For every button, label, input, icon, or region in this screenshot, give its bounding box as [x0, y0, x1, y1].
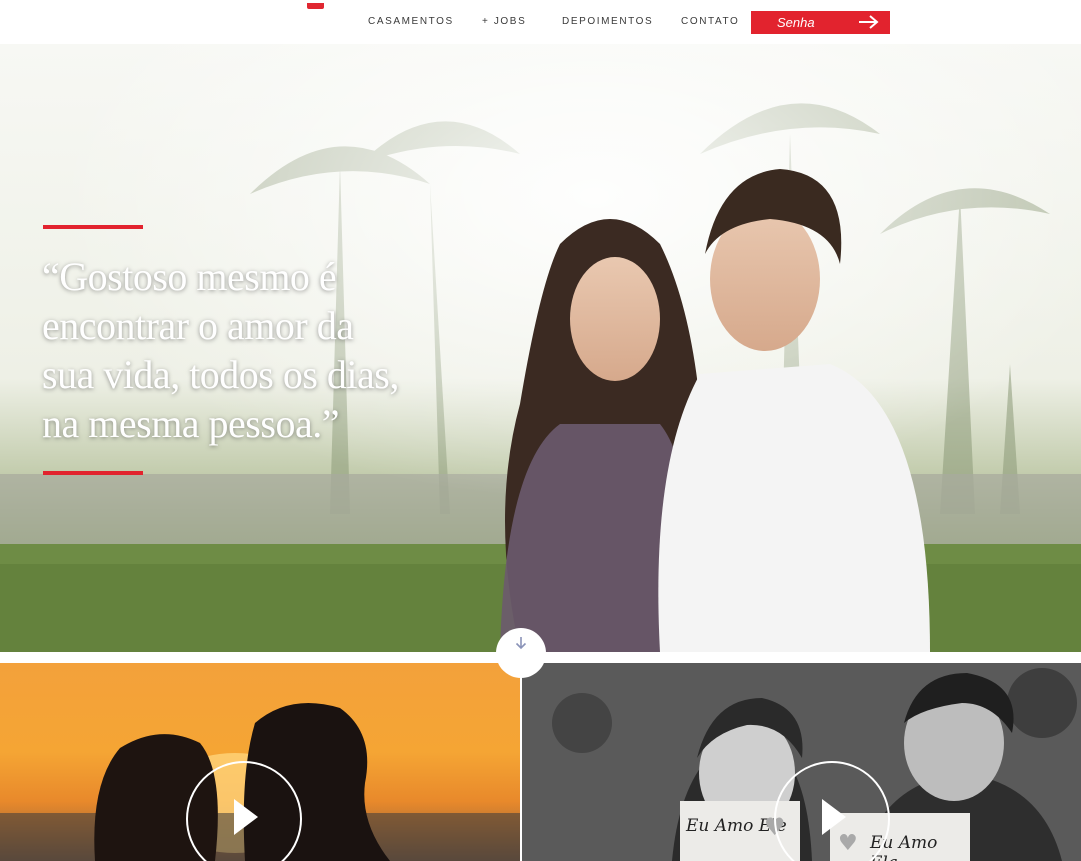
- hero-quote: “Gostoso mesmo é encontrar o amor da sua…: [42, 252, 462, 448]
- quote-top-bar: [43, 225, 143, 229]
- video-tile-couple[interactable]: Eu Amo Ele ♥ ♥ Eu Amo Ela: [522, 663, 1081, 861]
- play-icon: [234, 799, 258, 835]
- hero-banner: “Gostoso mesmo é encontrar o amor da sua…: [0, 44, 1081, 652]
- nav-contato[interactable]: CONTATO: [681, 16, 739, 30]
- login-button[interactable]: Senha: [751, 11, 890, 34]
- nav-casamentos[interactable]: CASAMENTOS: [368, 16, 454, 30]
- logo-mark[interactable]: [307, 3, 324, 9]
- site-header: CASAMENTOS + JOBS DEPOIMENTOS CONTATO Se…: [0, 0, 1081, 44]
- quote-line: “Gostoso mesmo é: [42, 254, 337, 299]
- nav-jobs[interactable]: + JOBS: [482, 16, 526, 30]
- video-tile-sunset[interactable]: [0, 663, 520, 861]
- quote-line: sua vida, todos os dias,: [42, 352, 399, 397]
- scroll-down-button[interactable]: [496, 628, 546, 678]
- login-button-label: Senha: [777, 15, 815, 30]
- quote-line: encontrar o amor da: [42, 303, 354, 348]
- nav-depoimentos[interactable]: DEPOIMENTOS: [562, 16, 653, 30]
- arrow-down-icon: [515, 637, 527, 650]
- play-icon: [822, 799, 846, 835]
- quote-bottom-bar: [43, 471, 143, 475]
- arrow-right-icon: [859, 15, 879, 29]
- quote-line: na mesma pessoa.”: [42, 401, 339, 446]
